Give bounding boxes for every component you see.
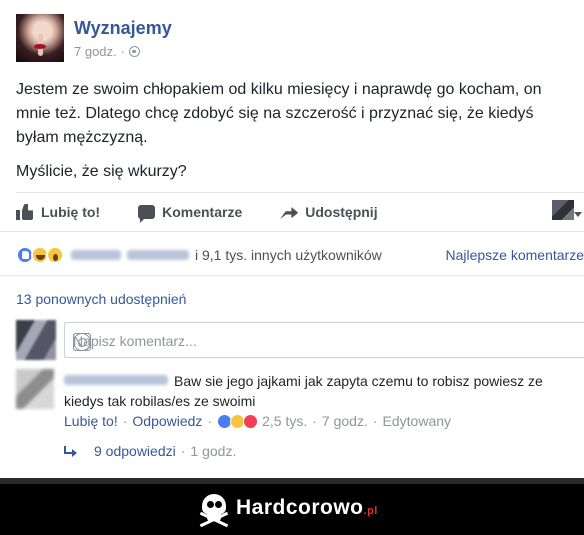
post-card: Wyznajemy 7 godz. · Jestem ze swoim chło… xyxy=(0,0,584,478)
page-avatar[interactable] xyxy=(16,14,64,62)
separator: · xyxy=(372,413,378,429)
separator: · xyxy=(122,413,128,429)
reactions-others[interactable]: i 9,1 tys. innych użytkowników xyxy=(195,247,382,263)
post-meta: 7 godz. · xyxy=(74,44,140,59)
separator: · xyxy=(207,413,213,429)
replies-row: 9 odpowiedzi · 1 godz. xyxy=(64,443,236,459)
shares-link[interactable]: 13 ponownych udostępnień xyxy=(16,291,186,307)
divider xyxy=(0,231,584,232)
chevron-down-icon[interactable] xyxy=(574,212,582,217)
comment-button[interactable]: Komentarze xyxy=(138,204,243,223)
brand-tld: .pl xyxy=(363,505,378,517)
action-bar: Lubię to! Komentarze Udostępnij xyxy=(16,200,584,224)
wow-reaction-icon[interactable] xyxy=(46,246,64,264)
brand-logo: Hardcorowo.pl xyxy=(236,496,378,520)
thumbs-up-icon xyxy=(16,204,34,220)
comment-reaction-count[interactable]: 2,5 tys. xyxy=(262,413,307,429)
blurred-user-name[interactable] xyxy=(127,250,189,260)
post-paragraph: Myślicie, że się wkurzy? xyxy=(16,163,187,180)
top-comments-dropdown[interactable]: Najlepsze komentarze xyxy=(445,247,584,263)
comment-placeholder: Napisz komentarz... xyxy=(73,333,197,349)
share-label: Udostępnij xyxy=(305,204,378,220)
page-name[interactable]: Wyznajemy xyxy=(74,18,172,39)
share-button[interactable]: Udostępnij xyxy=(280,204,378,220)
sticker-icon[interactable] xyxy=(73,333,91,351)
post-paragraph: Jestem ze swoim chłopakiem od kilku mies… xyxy=(16,81,542,146)
comment-like-link[interactable]: Lubię to! xyxy=(64,413,118,429)
comment-meta: Lubię to! · Odpowiedz · 2,5 tys. · 7 god… xyxy=(64,413,451,429)
post-time[interactable]: 7 godz. xyxy=(74,44,117,59)
post-text: Jestem ze swoim chłopakiem od kilku mies… xyxy=(16,78,576,194)
like-button[interactable]: Lubię to! xyxy=(16,204,100,220)
comment-label: Komentarze xyxy=(162,204,243,220)
divider xyxy=(0,275,584,276)
divider xyxy=(16,192,584,193)
globe-icon xyxy=(129,46,140,57)
comment-edited[interactable]: Edytowany xyxy=(383,413,451,429)
like-label: Lubię to! xyxy=(41,204,101,220)
view-replies-link[interactable]: 9 odpowiedzi xyxy=(94,443,176,459)
reply-arrow-icon xyxy=(64,446,78,457)
viewer-avatar[interactable] xyxy=(552,200,574,220)
skull-logo-icon xyxy=(199,494,229,528)
reactions-row: i 9,1 tys. innych użytkowników Najlepsze… xyxy=(16,245,584,265)
comment-reply-link[interactable]: Odpowiedz xyxy=(132,413,202,429)
share-arrow-icon xyxy=(280,205,299,219)
comment-input[interactable]: Napisz komentarz... xyxy=(64,322,584,358)
meta-separator: · xyxy=(120,44,125,59)
separator: · xyxy=(180,443,186,459)
avatar xyxy=(16,320,56,360)
blurred-commenter-name[interactable] xyxy=(64,375,168,385)
comment-time[interactable]: 7 godz. xyxy=(322,413,368,429)
blurred-user-name[interactable] xyxy=(71,250,121,260)
brand-name: Hardcorowo xyxy=(236,496,364,519)
comment: Baw sie jego jajkami jak zapyta czemu to… xyxy=(64,371,574,411)
separator: · xyxy=(312,413,317,429)
commenter-avatar[interactable] xyxy=(16,369,54,409)
love-reaction-icon[interactable] xyxy=(243,413,259,429)
replies-time: 1 godz. xyxy=(190,443,237,459)
comment-composer: Napisz komentarz... xyxy=(16,320,584,362)
comment-icon xyxy=(138,205,156,223)
